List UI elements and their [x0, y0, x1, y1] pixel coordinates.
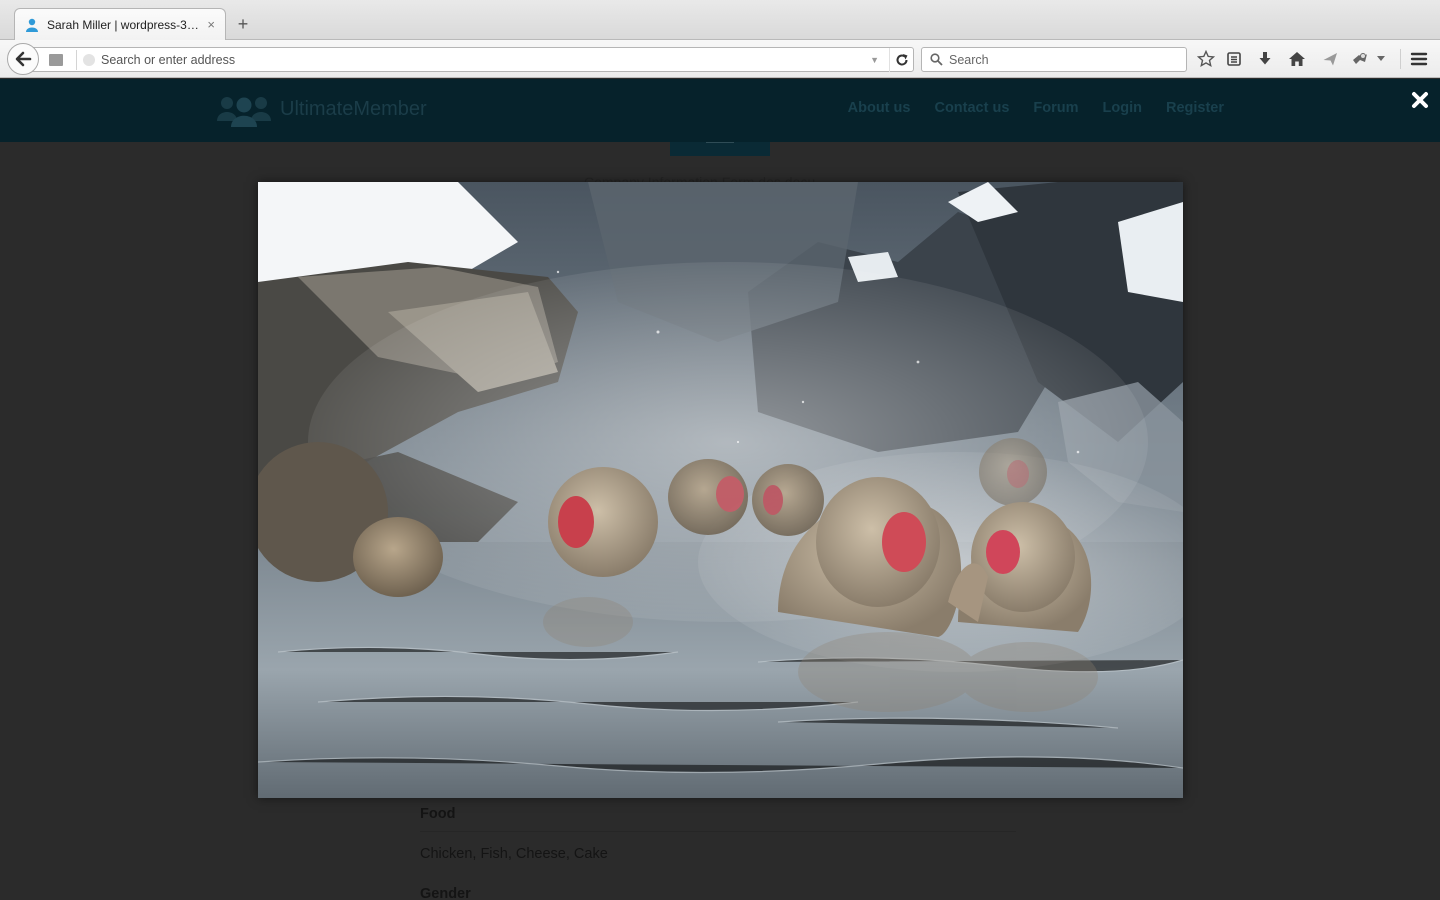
site-logo[interactable]: UltimateMember: [216, 91, 427, 127]
user-favicon-icon: [25, 18, 39, 32]
hamburger-menu-icon[interactable]: [1409, 49, 1429, 69]
search-icon: [930, 53, 943, 66]
share-icon[interactable]: [1320, 49, 1340, 69]
browser-tab[interactable]: Sarah Miller | wordpress-39… ×: [14, 8, 226, 40]
site-identity-icon[interactable]: [49, 53, 63, 66]
address-input[interactable]: Search or enter address: [101, 53, 870, 67]
globe-icon: [83, 53, 95, 66]
address-bar[interactable]: Search or enter address ▼: [32, 47, 914, 72]
new-tab-button[interactable]: +: [234, 13, 252, 35]
tab-close-icon[interactable]: ×: [207, 17, 215, 32]
lightbox-image: [258, 182, 1183, 798]
home-icon[interactable]: [1287, 49, 1307, 69]
reload-icon[interactable]: [889, 47, 913, 72]
search-input[interactable]: Search: [949, 53, 989, 67]
field-divider: [420, 831, 1016, 832]
lightbox-close-icon[interactable]: [1408, 88, 1432, 112]
bookmark-star-icon[interactable]: [1196, 49, 1216, 69]
profile-tab: [670, 142, 770, 156]
url-separator: [69, 49, 77, 70]
download-icon[interactable]: [1255, 49, 1275, 69]
browser-tab-strip: Sarah Miller | wordpress-39… × +: [0, 0, 1440, 40]
tab-title: Sarah Miller | wordpress-39…: [47, 17, 202, 32]
nav-forum[interactable]: Forum: [1033, 100, 1078, 116]
back-button[interactable]: [7, 43, 39, 75]
field-label-gender: Gender: [420, 886, 471, 900]
nav-contact-us[interactable]: Contact us: [934, 100, 1009, 116]
site-navigation: About us Contact us Forum Login Register: [848, 100, 1224, 116]
search-bar[interactable]: Search: [921, 47, 1187, 72]
nav-about-us[interactable]: About us: [848, 100, 911, 116]
back-arrow-icon: [15, 51, 32, 67]
bookmarks-list-icon[interactable]: [1224, 49, 1244, 69]
nav-login[interactable]: Login: [1103, 100, 1142, 116]
profile-tab-underline: [706, 142, 734, 143]
extension-icon[interactable]: [1350, 49, 1370, 69]
field-value-food: Chicken, Fish, Cheese, Cake: [420, 846, 608, 862]
history-dropdown-icon[interactable]: ▼: [870, 55, 879, 65]
users-group-icon: [217, 97, 271, 127]
field-label-food: Food: [420, 806, 456, 822]
extension-dropdown-icon[interactable]: [1373, 49, 1389, 69]
nav-register[interactable]: Register: [1166, 100, 1224, 116]
toolbar-separator: [1400, 49, 1401, 69]
browser-navigation-bar: Search or enter address ▼ Search: [0, 40, 1440, 78]
site-header: UltimateMember About us Contact us Forum…: [0, 79, 1440, 142]
logo-text: UltimateMember: [280, 97, 427, 120]
